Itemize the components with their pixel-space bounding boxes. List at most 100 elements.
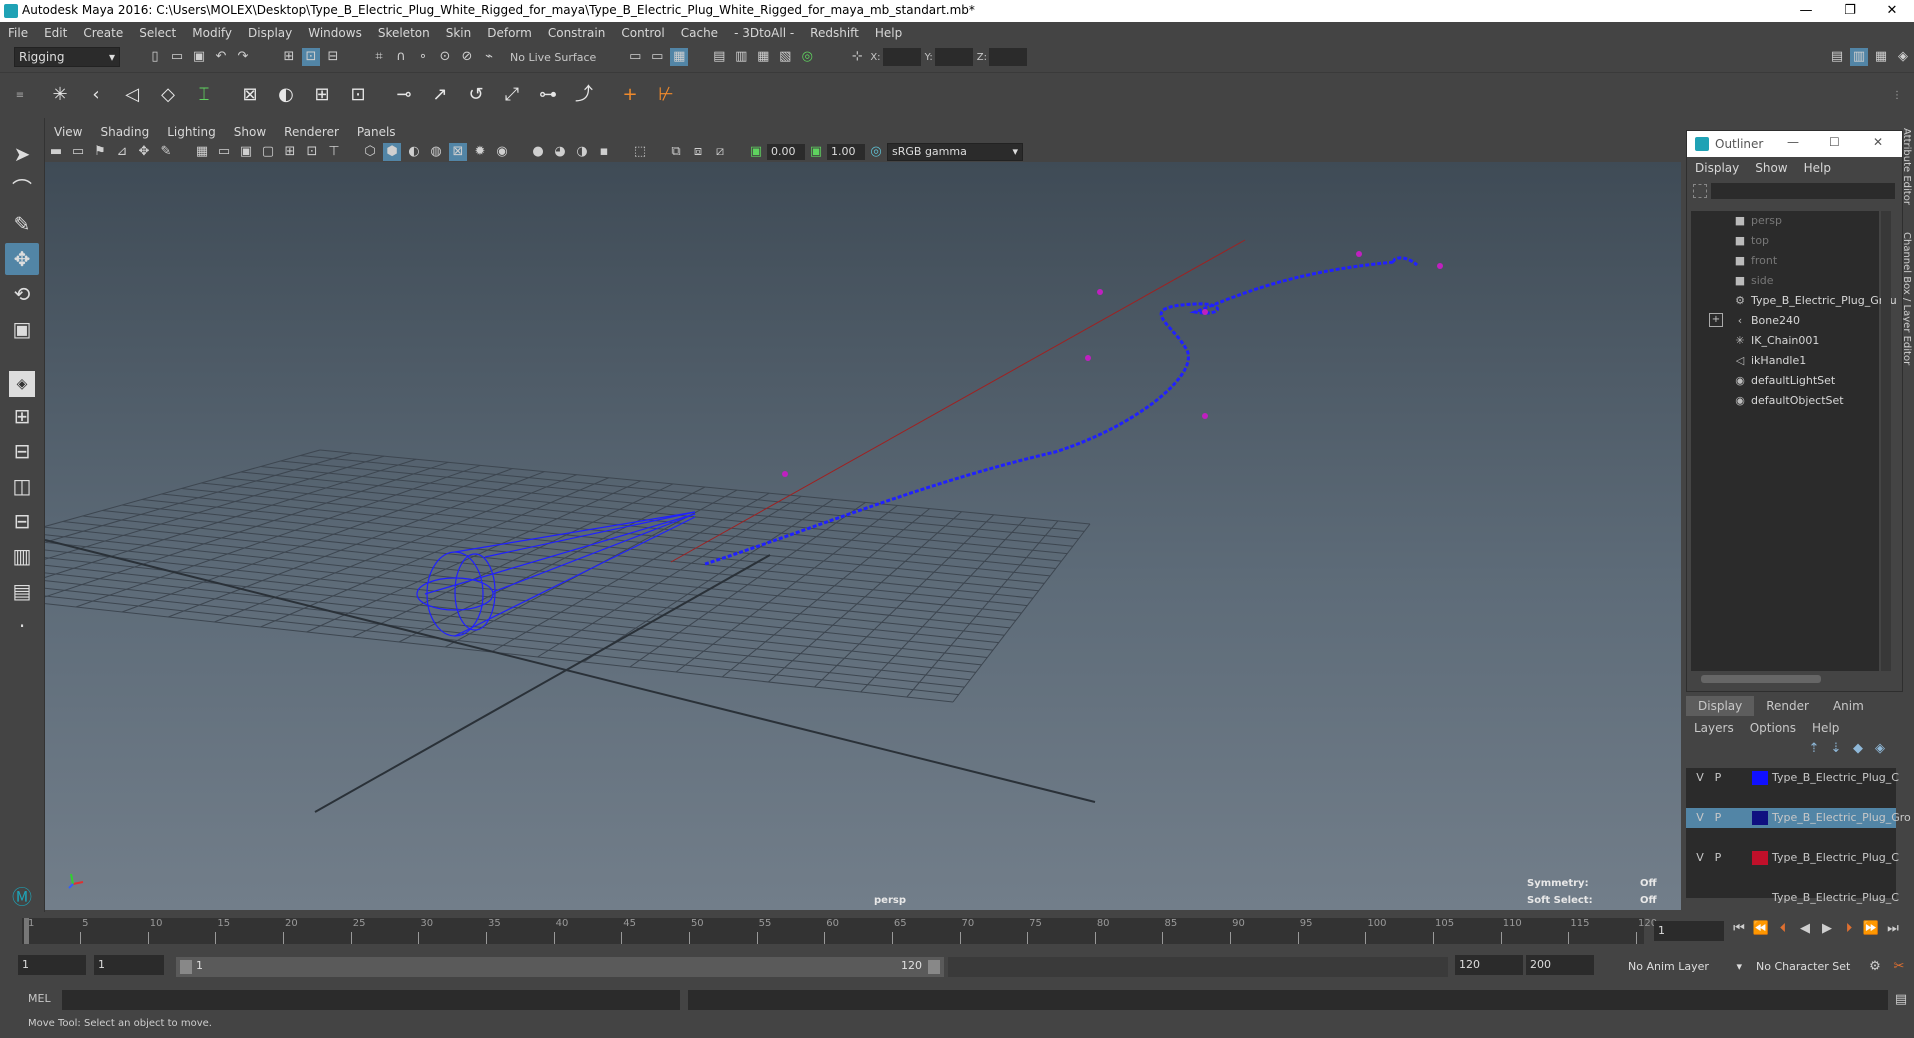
transform-mode-icon[interactable]: ⊹: [848, 48, 866, 66]
open-scene-icon[interactable]: ▭: [168, 48, 186, 66]
animation-prefs-icon[interactable]: ✂: [1890, 958, 1908, 976]
outliner-item[interactable]: ◉ defaultLightSet: [1691, 371, 1879, 391]
tool-settings-toggle-icon[interactable]: ▦: [1872, 48, 1890, 66]
cluster-icon[interactable]: ⊡: [343, 80, 373, 110]
menu-modify[interactable]: Modify: [192, 22, 232, 44]
layer-color-swatch[interactable]: [1752, 891, 1768, 905]
playback-start-field[interactable]: 1: [94, 955, 164, 975]
menu-skin[interactable]: Skin: [446, 22, 472, 44]
z-field[interactable]: [988, 48, 1027, 66]
point-constraint-icon[interactable]: ⊸: [389, 80, 419, 110]
safe-action-icon[interactable]: ⊡: [303, 143, 321, 161]
maximize-icon[interactable]: ☐: [1829, 135, 1840, 149]
default-material-icon[interactable]: ◐: [405, 143, 423, 161]
tab-display[interactable]: Display: [1686, 696, 1755, 716]
select-object-icon[interactable]: ⊡: [302, 48, 320, 66]
step-forward-frame-icon[interactable]: ⏵: [1840, 920, 1858, 938]
snap-curve-icon[interactable]: ∩: [392, 48, 410, 66]
exposure-icon[interactable]: ▣: [747, 143, 765, 161]
outliner-menu-display[interactable]: Display: [1695, 157, 1739, 179]
xray-active-icon[interactable]: ⧈: [689, 143, 707, 161]
viewport-menu-shading[interactable]: Shading: [100, 122, 149, 142]
range-start-field[interactable]: 1: [18, 955, 86, 975]
xray-icon[interactable]: ⊠: [449, 143, 467, 161]
layer-row[interactable]: V P Type_B_Electric_Plug_C: [1686, 848, 1899, 868]
parent-constraint-icon[interactable]: ⊶: [533, 80, 563, 110]
stacked-layout-icon[interactable]: ⊟: [5, 505, 39, 537]
viewport-menu-view[interactable]: View: [54, 122, 82, 142]
layer-playback-toggle[interactable]: P: [1710, 808, 1726, 828]
input-ops-icon[interactable]: ▭: [626, 48, 644, 66]
scale-tool-icon[interactable]: ▣: [5, 313, 39, 345]
menu-windows[interactable]: Windows: [308, 22, 362, 44]
range-start-handle[interactable]: [180, 960, 192, 974]
layer-color-swatch[interactable]: [1752, 811, 1768, 825]
perspective-viewport[interactable]: persp Symmetry: Off Soft Select: Off: [45, 162, 1681, 910]
mode-dropdown[interactable]: Rigging ▾: [14, 47, 120, 67]
outliner-h-scrollbar[interactable]: [1701, 675, 1821, 683]
textured-icon[interactable]: ✹: [471, 143, 489, 161]
viewport-menu-lighting[interactable]: Lighting: [167, 122, 216, 142]
ik-handle-icon[interactable]: ⌶: [189, 80, 219, 110]
menu-control[interactable]: Control: [621, 22, 664, 44]
shelf-scroll-icon[interactable]: ⋮: [1892, 90, 1906, 101]
four-pane-layout-icon[interactable]: ⊟: [5, 435, 39, 467]
image-plane-icon[interactable]: ⊿: [113, 143, 131, 161]
step-back-key-icon[interactable]: ⏪: [1752, 920, 1770, 938]
save-scene-icon[interactable]: ▣: [190, 48, 208, 66]
menu-3dtoall[interactable]: - 3DtoAll -: [734, 22, 794, 44]
current-frame-field[interactable]: 1: [1654, 921, 1724, 941]
joint-tool-icon[interactable]: ✳: [45, 80, 75, 110]
step-forward-key-icon[interactable]: ⏩: [1862, 920, 1880, 938]
redo-icon[interactable]: ↷: [234, 48, 252, 66]
film-gate-icon[interactable]: ▭: [215, 143, 233, 161]
modeling-toolkit-icon[interactable]: ▤: [1828, 48, 1846, 66]
x-field[interactable]: [882, 48, 921, 66]
outliner-layout-icon[interactable]: ▥: [5, 540, 39, 572]
current-time-marker[interactable]: [24, 918, 29, 944]
y-field[interactable]: [934, 48, 973, 66]
output-ops-icon[interactable]: ▭: [648, 48, 666, 66]
lattice-icon[interactable]: ⊞: [307, 80, 337, 110]
paint-select-icon[interactable]: ✎: [5, 208, 39, 240]
menu-select[interactable]: Select: [139, 22, 176, 44]
set-key-icon[interactable]: ⊬: [651, 80, 681, 110]
exposure-field[interactable]: 0.00: [767, 144, 805, 160]
locator-icon[interactable]: +: [615, 80, 645, 110]
menu-display[interactable]: Display: [248, 22, 292, 44]
motion-blur-icon[interactable]: ◑: [573, 143, 591, 161]
range-end-field[interactable]: 200: [1526, 955, 1594, 975]
play-backwards-icon[interactable]: ◀: [1796, 920, 1814, 938]
layer-row[interactable]: V P Type_B_Electric_Plug_Gro: [1686, 808, 1911, 828]
color-management-icon[interactable]: ◎: [867, 143, 885, 161]
snap-view-icon[interactable]: ⊘: [458, 48, 476, 66]
layer-visibility-toggle[interactable]: V: [1692, 768, 1708, 788]
go-to-start-icon[interactable]: ⏮: [1730, 920, 1748, 938]
go-to-end-icon[interactable]: ⏭: [1884, 920, 1902, 938]
mirror-joint-icon[interactable]: ◁: [117, 80, 147, 110]
close-button[interactable]: ✕: [1870, 2, 1914, 20]
insert-joint-icon[interactable]: ‹: [81, 80, 111, 110]
side-by-side-layout-icon[interactable]: ◫: [5, 470, 39, 502]
anti-alias-icon[interactable]: ▪: [595, 143, 613, 161]
orient-constraint-icon[interactable]: ↺: [461, 80, 491, 110]
paint-weights-icon[interactable]: ◐: [271, 80, 301, 110]
gamma-icon[interactable]: ▣: [807, 143, 825, 161]
scale-constraint-icon[interactable]: ⤢: [497, 80, 527, 110]
layer-menu-options[interactable]: Options: [1750, 721, 1796, 735]
viewport-menu-panels[interactable]: Panels: [357, 122, 396, 142]
grid-toggle-icon[interactable]: ▦: [193, 143, 211, 161]
menu-redshift[interactable]: Redshift: [810, 22, 859, 44]
outliner-item[interactable]: ⚙ Type_B_Electric_Plug_Grou: [1691, 291, 1897, 311]
select-tool-icon[interactable]: ➤: [5, 138, 39, 170]
anim-layer-dropdown[interactable]: No Anim Layer ▾: [1604, 957, 1748, 977]
menu-cache[interactable]: Cache: [681, 22, 718, 44]
layer-color-swatch[interactable]: [1752, 851, 1768, 865]
orient-joint-icon[interactable]: ◇: [153, 80, 183, 110]
select-component-icon[interactable]: ⊟: [324, 48, 342, 66]
tab-anim[interactable]: Anim: [1821, 696, 1876, 716]
mel-label[interactable]: MEL: [28, 992, 51, 1005]
construction-history-icon[interactable]: ▦: [670, 48, 689, 66]
resolution-gate-icon[interactable]: ▣: [237, 143, 255, 161]
move-tool-icon[interactable]: ✥: [5, 243, 39, 275]
